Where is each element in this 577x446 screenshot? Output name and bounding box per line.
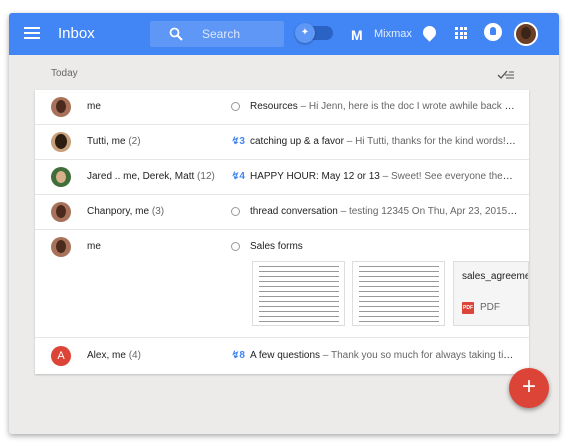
- message-preview: Sales forms: [250, 241, 303, 252]
- message-list: me Resources – Hi Jenn, here is the doc …: [35, 90, 529, 374]
- compose-button[interactable]: +: [509, 368, 549, 408]
- unread-circle-icon[interactable]: [231, 102, 240, 111]
- attachment-file-name: sales_agreement: [462, 271, 529, 282]
- message-row[interactable]: A Alex, me (4) ↯8 A few questions – Than…: [35, 338, 529, 374]
- top-app-bar: Inbox Search ✦ M Mixmax: [9, 13, 559, 55]
- sender: Alex, me (4): [87, 350, 141, 361]
- sweep-done-icon[interactable]: [497, 69, 515, 81]
- pin-icon: ✦: [295, 23, 315, 43]
- attachment-thumbnail[interactable]: [352, 261, 445, 326]
- message-preview: Resources – Hi Jenn, here is the doc I w…: [250, 101, 518, 112]
- message-preview: catching up & a favor – Hi Tutti, thanks…: [250, 136, 518, 147]
- message-row[interactable]: me Sales forms sales_agreement PDF PDF: [35, 230, 529, 338]
- sender: Jared .. me, Derek, Matt (12): [87, 171, 215, 182]
- pin-toggle[interactable]: ✦: [295, 23, 333, 43]
- app-title: Inbox: [58, 25, 95, 42]
- inbox-window: Inbox Search ✦ M Mixmax Today me Resourc…: [9, 13, 559, 434]
- sender: me: [87, 101, 101, 112]
- avatar: [51, 167, 71, 187]
- document-preview-icon: [259, 262, 339, 322]
- message-preview: thread conversation – testing 12345 On T…: [250, 206, 518, 217]
- message-row[interactable]: Tutti, me (2) ↯3 catching up & a favor –…: [35, 125, 529, 160]
- attachment-thumbnail[interactable]: [252, 261, 345, 326]
- avatar: [51, 237, 71, 257]
- document-preview-icon: [359, 262, 439, 322]
- message-preview: A few questions – Thank you so much for …: [250, 350, 518, 361]
- mixmax-bolt-badge: ↯3: [229, 136, 245, 147]
- apps-grid-icon[interactable]: [455, 27, 467, 39]
- chat-icon[interactable]: [420, 23, 439, 42]
- unread-circle-icon[interactable]: [231, 207, 240, 216]
- notifications-icon[interactable]: [484, 23, 502, 41]
- attachment-file-card[interactable]: sales_agreement PDF PDF: [453, 261, 529, 326]
- sender: me: [87, 241, 101, 252]
- avatar: A: [51, 346, 71, 366]
- avatar: [51, 132, 71, 152]
- search-box[interactable]: Search: [150, 21, 284, 47]
- mixmax-label: Mixmax: [374, 28, 412, 40]
- search-placeholder: Search: [202, 27, 241, 41]
- search-icon: [169, 27, 183, 41]
- avatar: [51, 202, 71, 222]
- sender: Chanpory, me (3): [87, 206, 165, 217]
- attachment-file-type: PDF: [480, 302, 500, 313]
- mixmax-bolt-badge: ↯8: [229, 350, 245, 361]
- unread-circle-icon[interactable]: [231, 242, 240, 251]
- sender: Tutti, me (2): [87, 136, 141, 147]
- avatar: [51, 97, 71, 117]
- message-row[interactable]: Chanpory, me (3) thread conversation – t…: [35, 195, 529, 230]
- mixmax-bolt-badge: ↯4: [229, 171, 245, 182]
- message-preview: HAPPY HOUR: May 12 or 13 – Sweet! See ev…: [250, 171, 518, 182]
- section-label-today: Today: [51, 68, 78, 79]
- message-row[interactable]: Jared .. me, Derek, Matt (12) ↯4 HAPPY H…: [35, 160, 529, 195]
- message-row[interactable]: me Resources – Hi Jenn, here is the doc …: [35, 90, 529, 125]
- pdf-icon: PDF: [462, 302, 474, 314]
- mixmax-logo-icon: M: [351, 27, 363, 43]
- hamburger-menu-icon[interactable]: [24, 27, 40, 41]
- profile-avatar[interactable]: [514, 22, 538, 46]
